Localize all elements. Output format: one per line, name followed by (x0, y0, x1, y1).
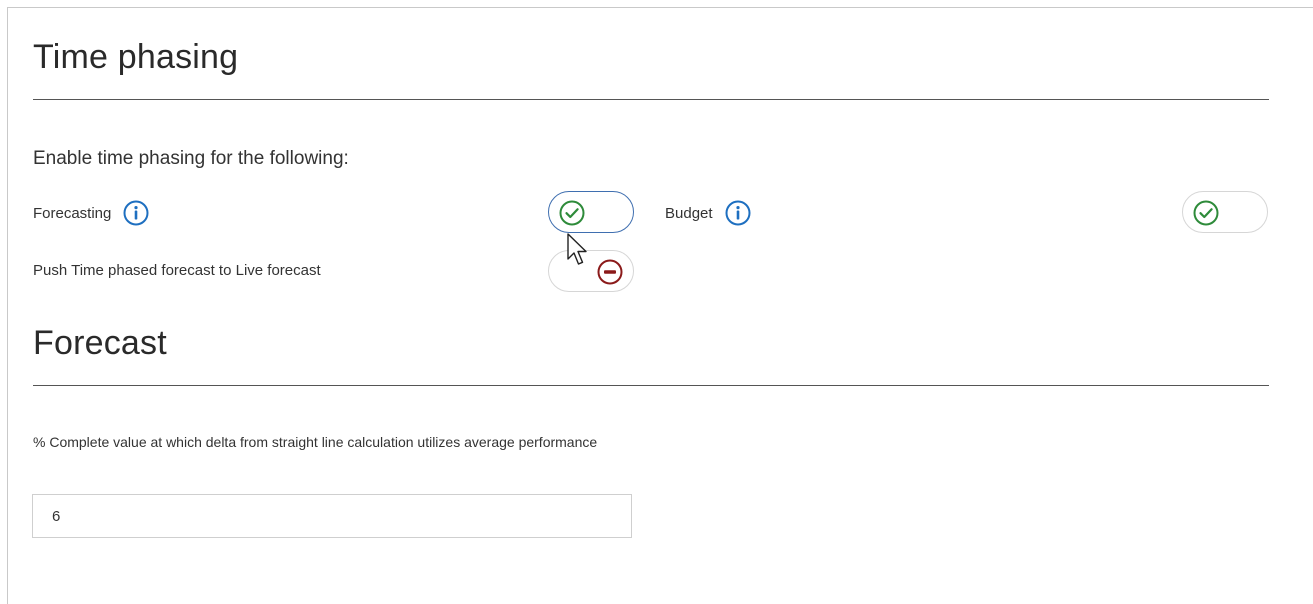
budget-toggle[interactable] (1182, 191, 1268, 233)
time-phasing-title: Time phasing (33, 38, 239, 76)
push-forecast-row: Push Time phased forecast to Live foreca… (33, 262, 321, 279)
budget-info-icon[interactable] (725, 200, 751, 226)
forecast-divider (33, 385, 1269, 386)
forecasting-toggle[interactable] (548, 191, 634, 233)
budget-label: Budget (665, 204, 713, 222)
minus-circle-icon (597, 259, 623, 285)
percent-complete-label: % Complete value at which delta from str… (33, 434, 598, 450)
budget-row: Budget (665, 200, 751, 226)
check-circle-icon (559, 200, 585, 226)
forecasting-info-icon[interactable] (123, 200, 149, 226)
forecasting-row: Forecasting (33, 200, 149, 226)
forecasting-label: Forecasting (33, 204, 112, 222)
time-phasing-divider (33, 99, 1269, 100)
check-circle-icon (1193, 200, 1219, 226)
enable-time-phasing-heading: Enable time phasing for the following: (33, 148, 349, 169)
push-forecast-label: Push Time phased forecast to Live foreca… (33, 262, 321, 279)
forecast-title: Forecast (33, 324, 167, 362)
push-forecast-toggle[interactable] (548, 250, 634, 292)
percent-complete-input[interactable] (32, 494, 632, 538)
